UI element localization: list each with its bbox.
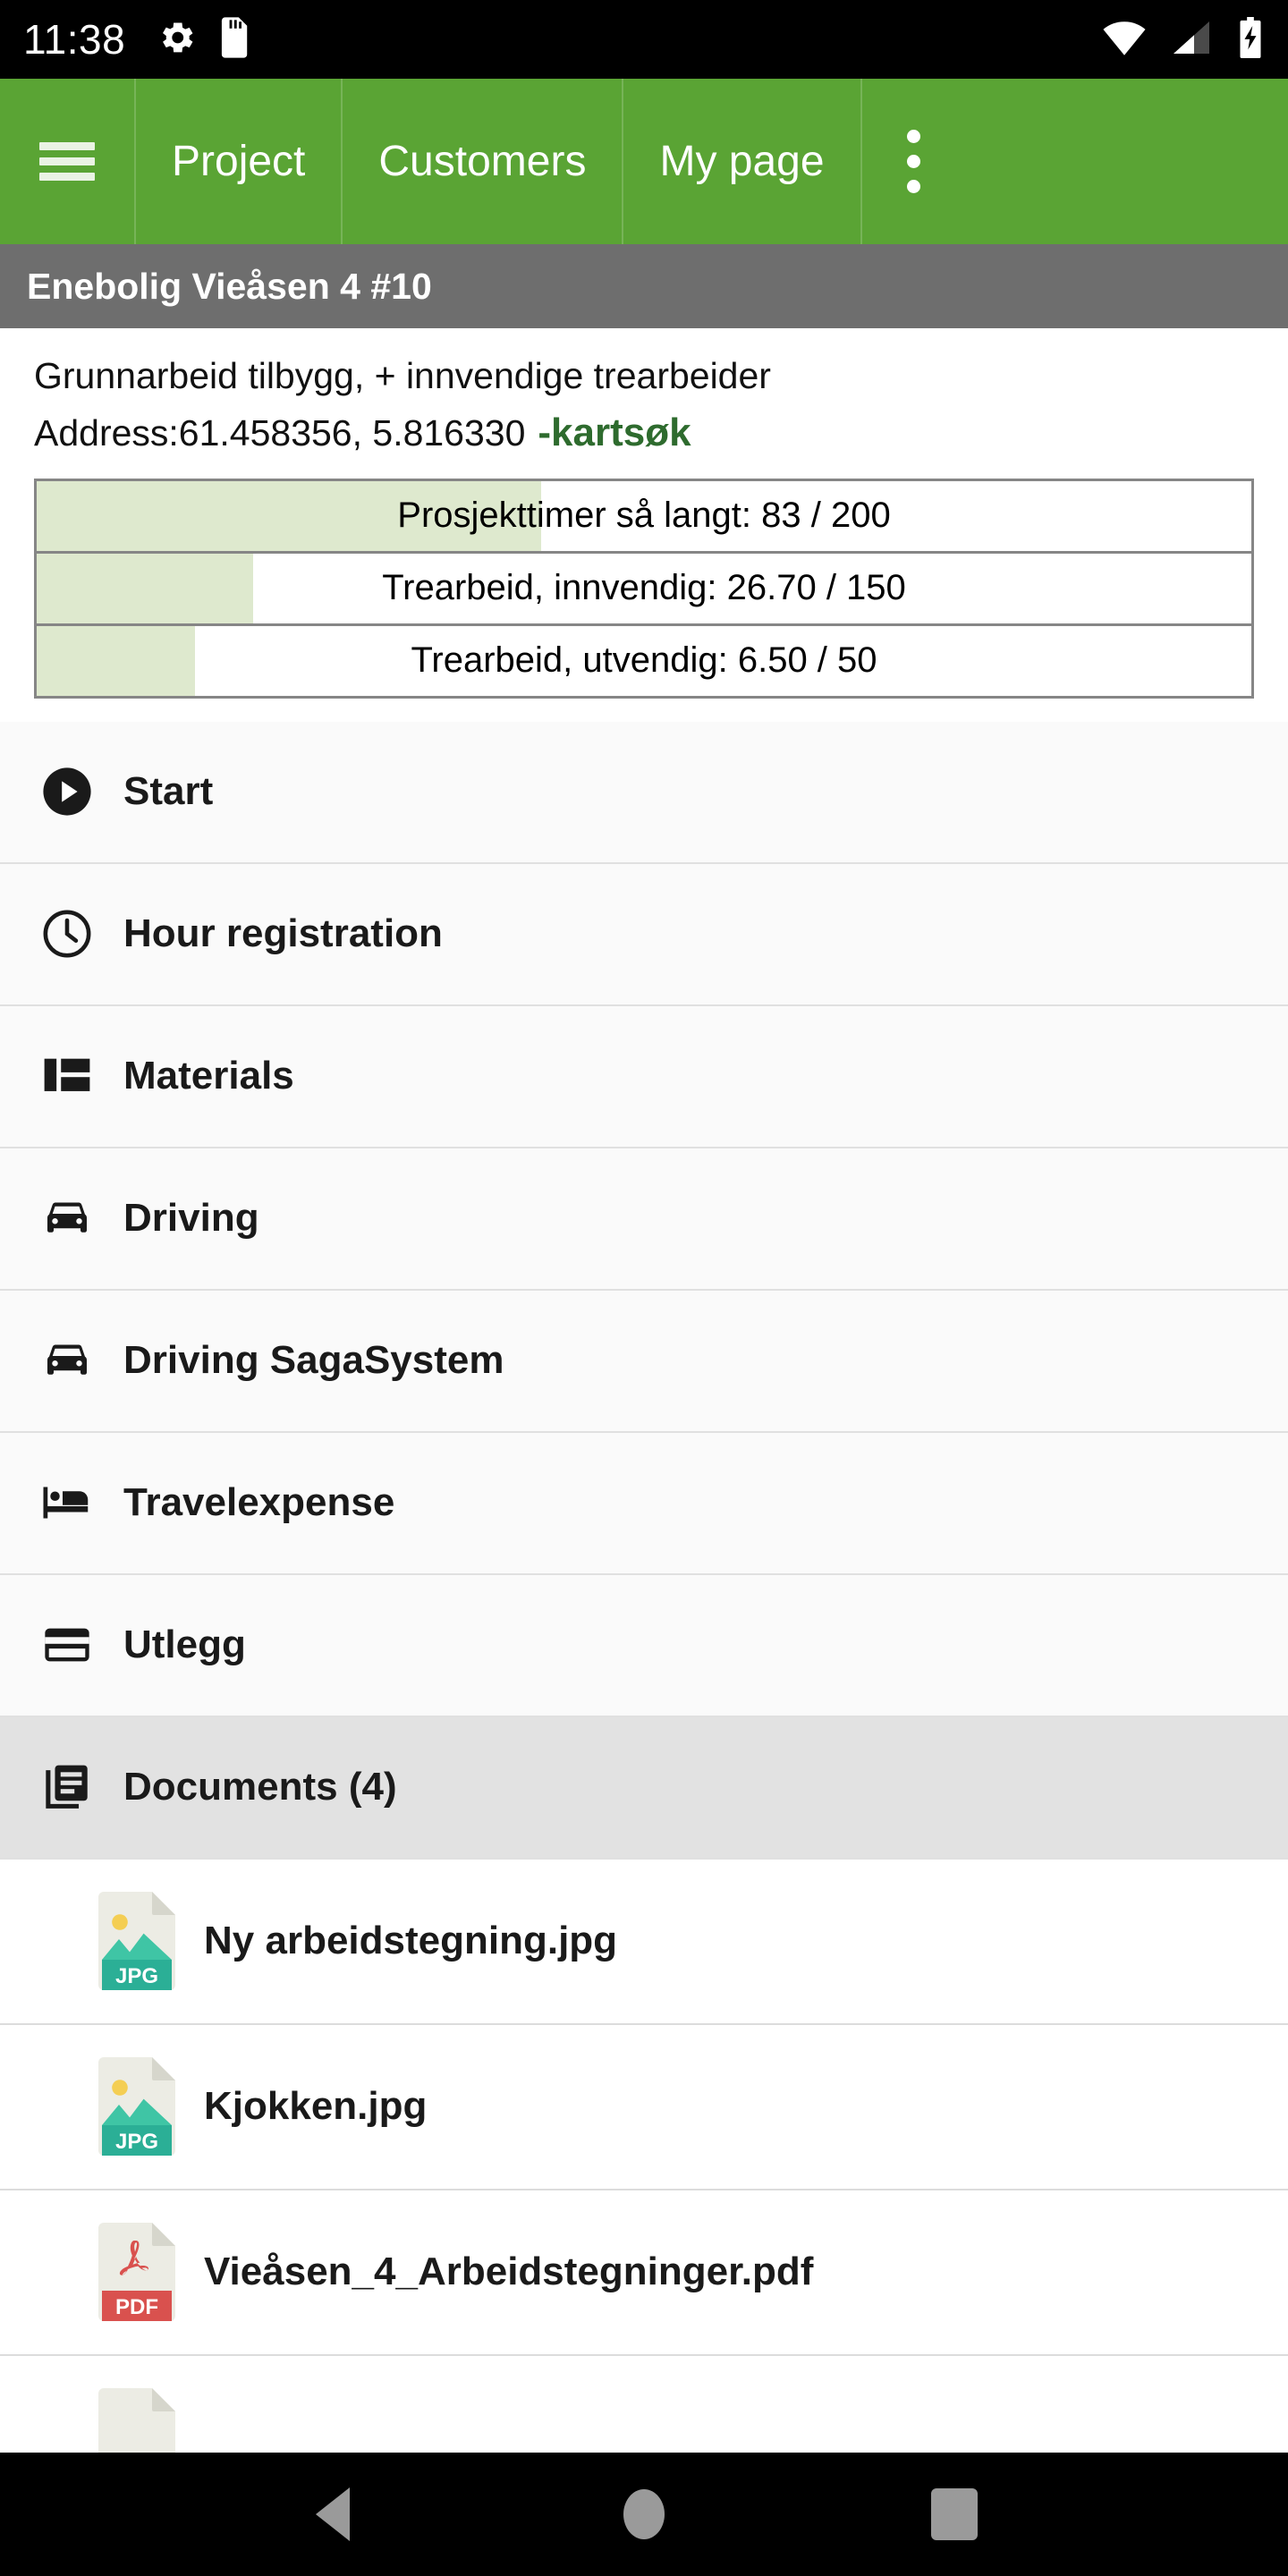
clock-icon	[36, 902, 98, 965]
jpg-file-icon: JPG	[98, 2057, 175, 2157]
progress-bar-trearbeid-innvendig: Trearbeid, innvendig: 26.70 / 150	[34, 550, 1254, 626]
progress-bar-fill	[37, 553, 253, 623]
more-vertical-icon[interactable]	[860, 79, 966, 244]
hamburger-menu-button[interactable]	[0, 79, 134, 244]
menu-item-documents[interactable]: Documents (4)	[0, 1716, 1288, 1860]
status-bar-clock: 11:38	[23, 16, 126, 63]
document-name: Ny arbeidstegning.jpg	[204, 1919, 618, 1963]
gear-icon	[157, 18, 197, 62]
menu-item-label: Driving	[123, 1196, 259, 1241]
status-bar-right-icons	[1102, 16, 1265, 63]
document-name: Kjokken.jpg	[204, 2084, 428, 2129]
map-search-link[interactable]: -kartsøk	[538, 409, 691, 457]
project-description: Grunnarbeid tilbygg, + innvendige trearb…	[0, 328, 1288, 457]
menu-item-start[interactable]: Start	[0, 721, 1288, 864]
document-row[interactable]: JPG Ny arbeidstegning.jpg	[0, 1859, 1288, 2025]
nav-tab-customers[interactable]: Customers	[341, 79, 622, 244]
progress-bar-fill	[37, 625, 195, 696]
menu-item-label: Travelexpense	[123, 1480, 395, 1525]
dashboard-grid-icon	[36, 1045, 98, 1107]
pdf-file-icon: PDF	[98, 2223, 175, 2322]
credit-card-icon	[36, 1614, 98, 1676]
menu-item-materials[interactable]: Materials	[0, 1005, 1288, 1148]
menu-item-label: Start	[123, 769, 214, 814]
menu-item-driving-sagasystem[interactable]: Driving SagaSystem	[0, 1290, 1288, 1433]
menu-item-label: Materials	[123, 1054, 294, 1098]
progress-bar-trearbeid-utvendig: Trearbeid, utvendig: 6.50 / 50	[34, 623, 1254, 699]
top-navigation-bar: Project Customers My page	[0, 79, 1288, 244]
documents-icon	[36, 1756, 98, 1818]
car-icon	[36, 1329, 98, 1392]
cell-signal-icon	[1170, 20, 1213, 60]
pdf-file-icon	[98, 2388, 175, 2453]
project-menu-list: Start Hour registration Materials Drivin…	[0, 721, 1288, 1860]
svg-text:PDF: PDF	[115, 2295, 158, 2319]
menu-item-travelexpense[interactable]: Travelexpense	[0, 1432, 1288, 1575]
play-circle-icon	[36, 760, 98, 823]
status-bar-left-icons	[157, 16, 250, 63]
menu-item-utlegg[interactable]: Utlegg	[0, 1574, 1288, 1717]
nav-tab-project[interactable]: Project	[134, 79, 341, 244]
nav-tab-my-page[interactable]: My page	[622, 79, 860, 244]
document-row[interactable]: JPG Kjokken.jpg	[0, 2024, 1288, 2190]
project-title-bar: Enebolig Vieåsen 4 #10	[0, 244, 1288, 328]
project-address-text: Address:61.458356, 5.816330	[34, 412, 526, 454]
hotel-bed-icon	[36, 1471, 98, 1534]
project-description-text: Grunnarbeid tilbygg, + innvendige trearb…	[34, 355, 771, 396]
menu-item-driving[interactable]: Driving	[0, 1148, 1288, 1291]
status-bar: 11:38	[0, 0, 1288, 79]
document-row[interactable]: PDF Vieåsen_4_Arbeidstegninger.pdf	[0, 2190, 1288, 2356]
svg-text:JPG: JPG	[115, 1964, 158, 1988]
wifi-icon	[1102, 20, 1147, 60]
car-icon	[36, 1187, 98, 1250]
progress-bar-prosjekttimer: Prosjekttimer så langt: 83 / 200	[34, 478, 1254, 554]
documents-list: JPG Ny arbeidstegning.jpg JPG Kjokken.jp…	[0, 1859, 1288, 2453]
document-row[interactable]	[0, 2355, 1288, 2453]
menu-item-hour-registration[interactable]: Hour registration	[0, 863, 1288, 1006]
progress-bar-label: Trearbeid, utvendig: 6.50 / 50	[411, 640, 877, 681]
battery-charging-icon	[1236, 16, 1265, 63]
hamburger-menu-icon	[39, 135, 95, 188]
project-address-row: Address:61.458356, 5.816330 -kartsøk	[34, 409, 1254, 457]
progress-bar-label: Trearbeid, innvendig: 26.70 / 150	[382, 568, 906, 608]
menu-item-label: Driving SagaSystem	[123, 1338, 504, 1383]
home-circle-icon[interactable]	[581, 2452, 707, 2576]
svg-text:JPG: JPG	[115, 2130, 158, 2154]
menu-item-label: Documents (4)	[123, 1765, 397, 1809]
app-root: 11:38 Project Customers My page Enebolig…	[0, 0, 1288, 2576]
jpg-file-icon: JPG	[98, 1892, 175, 1991]
document-name: Vieåsen_4_Arbeidstegninger.pdf	[204, 2250, 814, 2294]
progress-bar-label: Prosjekttimer så langt: 83 / 200	[397, 496, 891, 536]
menu-item-label: Utlegg	[123, 1623, 246, 1667]
sd-card-icon	[220, 16, 250, 63]
back-triangle-icon[interactable]	[271, 2452, 396, 2576]
menu-item-label: Hour registration	[123, 911, 443, 956]
progress-bars: Prosjekttimer så langt: 83 / 200 Trearbe…	[0, 457, 1288, 699]
page-title: Enebolig Vieåsen 4 #10	[27, 265, 432, 307]
recents-square-icon[interactable]	[892, 2452, 1017, 2576]
android-navigation-bar	[0, 2453, 1288, 2576]
